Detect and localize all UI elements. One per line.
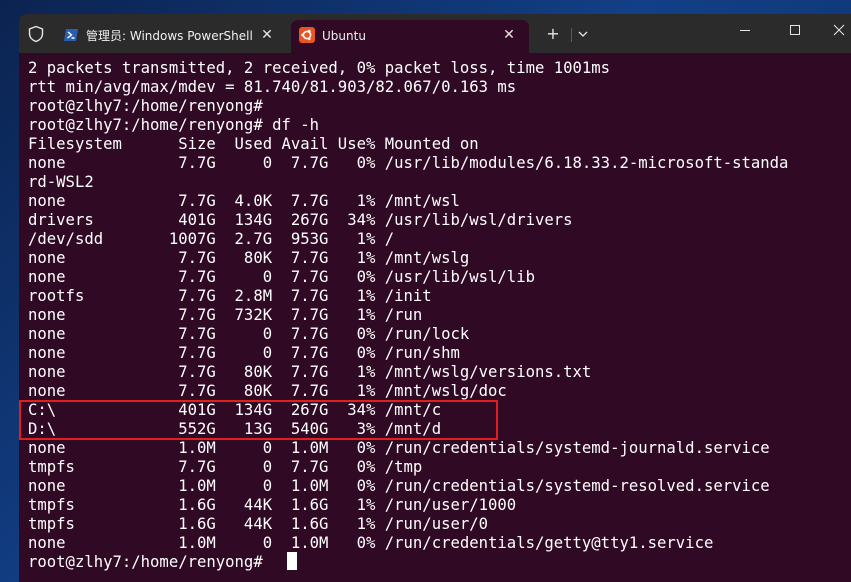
terminal-window: 管理员: Windows PowerShell ✕ Ubuntu ✕ + 2 p…	[19, 14, 851, 582]
terminal-line: none 7.7G 0 7.7G 0% /run/shm	[28, 344, 460, 362]
terminal-line: rootfs 7.7G 2.8M 7.7G 1% /init	[28, 287, 432, 305]
highlight-box	[19, 400, 498, 440]
divider	[571, 28, 572, 42]
tab-label: Ubuntu	[322, 29, 366, 43]
terminal-line: none 1.0M 0 1.0M 0% /run/credentials/get…	[28, 534, 714, 552]
terminal-line: rtt min/avg/max/mdev = 81.740/81.903/82.…	[28, 78, 517, 96]
terminal-line: none 7.7G 0 7.7G 0% /run/lock	[28, 325, 470, 343]
terminal-line: /dev/sdd 1007G 2.7G 953G 1% /	[28, 230, 395, 248]
close-tab-icon[interactable]: ✕	[257, 26, 277, 46]
terminal-line: none 7.7G 732K 7.7G 1% /run	[28, 306, 423, 324]
maximize-icon	[790, 25, 800, 35]
text-cursor	[287, 552, 297, 570]
terminal-line: tmpfs 1.6G 44K 1.6G 1% /run/user/1000	[28, 496, 517, 514]
terminal-line: none 7.7G 0 7.7G 0% /usr/lib/modules/6.1…	[28, 154, 789, 172]
terminal-output[interactable]: 2 packets transmitted, 2 received, 0% pa…	[19, 53, 851, 582]
terminal-line: drivers 401G 134G 267G 34% /usr/lib/wsl/…	[28, 211, 573, 229]
desktop-background: 管理员: Windows PowerShell ✕ Ubuntu ✕ + 2 p…	[0, 0, 851, 582]
terminal-line: root@zlhy7:/home/renyong# df -h	[28, 116, 320, 134]
maximize-button[interactable]	[773, 14, 817, 46]
shield-icon	[28, 25, 44, 43]
terminal-line: none 7.7G 4.0K 7.7G 1% /mnt/wsl	[28, 192, 460, 210]
close-icon	[833, 24, 845, 36]
minimize-button[interactable]	[723, 14, 767, 46]
tab-label: 管理员: Windows PowerShell	[86, 29, 253, 43]
powershell-icon	[64, 29, 78, 41]
terminal-line: 2 packets transmitted, 2 received, 0% pa…	[28, 59, 611, 77]
close-tab-icon[interactable]: ✕	[499, 26, 519, 46]
terminal-line: tmpfs 1.6G 44K 1.6G 1% /run/user/0	[28, 515, 489, 533]
terminal-line: none 7.7G 80K 7.7G 1% /mnt/wslg	[28, 249, 470, 267]
new-tab-button[interactable]: +	[543, 25, 563, 43]
terminal-line: tmpfs 7.7G 0 7.7G 0% /tmp	[28, 458, 423, 476]
title-bar: 管理员: Windows PowerShell ✕ Ubuntu ✕ +	[19, 14, 851, 53]
tab-ubuntu[interactable]: Ubuntu ✕	[291, 20, 529, 53]
terminal-line: none 7.7G 80K 7.7G 1% /mnt/wslg/versions…	[28, 363, 592, 381]
terminal-line: none 1.0M 0 1.0M 0% /run/credentials/sys…	[28, 477, 770, 495]
terminal-line: root@zlhy7:/home/renyong#	[28, 97, 263, 115]
terminal-line: none 7.7G 0 7.7G 0% /usr/lib/wsl/lib	[28, 268, 535, 286]
minimize-icon	[740, 30, 750, 31]
terminal-line: rd-WSL2	[28, 173, 94, 191]
terminal-line: Filesystem Size Used Avail Use% Mounted …	[28, 135, 479, 153]
close-window-button[interactable]	[817, 14, 851, 46]
chevron-down-icon[interactable]	[575, 25, 591, 43]
tab-powershell[interactable]: 管理员: Windows PowerShell ✕	[55, 20, 289, 53]
ubuntu-icon	[299, 27, 315, 43]
terminal-prompt: root@zlhy7:/home/renyong#	[28, 553, 263, 571]
terminal-line: none 1.0M 0 1.0M 0% /run/credentials/sys…	[28, 439, 770, 457]
terminal-line: none 7.7G 80K 7.7G 1% /mnt/wslg/doc	[28, 382, 507, 400]
